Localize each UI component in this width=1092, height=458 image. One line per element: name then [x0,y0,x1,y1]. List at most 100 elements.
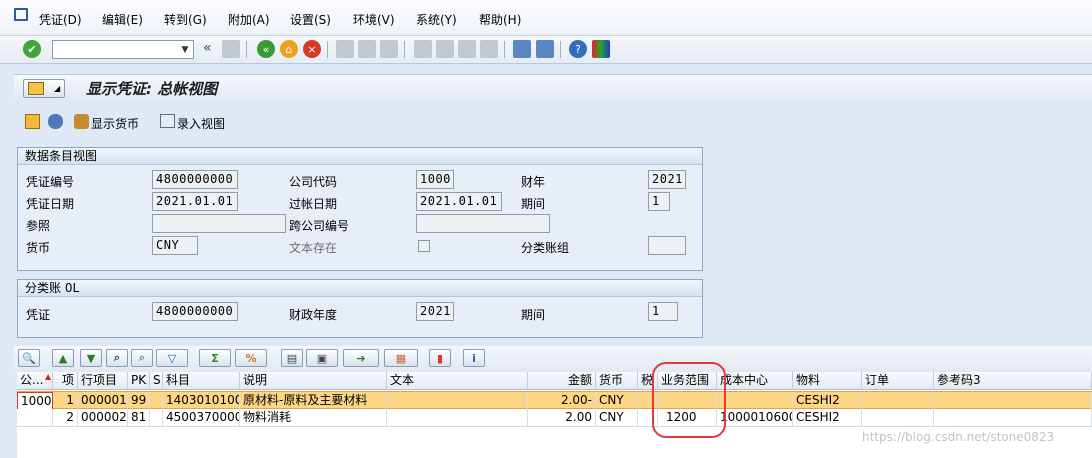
first-page-icon[interactable] [414,40,432,58]
find-icon[interactable] [358,40,376,58]
col-line-item[interactable]: 行项目 [78,372,128,390]
currency-field[interactable]: CNY [152,236,198,255]
print-icon[interactable] [336,40,354,58]
cell-line-item[interactable]: 000002 [78,409,128,427]
cell-amount[interactable]: 2.00- [528,392,596,410]
cell-account[interactable]: 4500370000 [163,409,240,427]
subtotal-icon[interactable]: % [235,349,267,367]
col-item[interactable]: 项 [53,372,78,390]
display-currency-icon[interactable] [48,114,63,129]
cell-currency[interactable]: CNY [596,392,638,410]
cell-company[interactable] [17,409,53,427]
cell-company[interactable]: 1000 [17,392,53,410]
menu-voucher[interactable]: 凭证(D) [39,11,82,28]
find-icon[interactable]: ⌕ [106,349,128,367]
text-exists-checkbox[interactable] [418,240,430,252]
cell-description[interactable]: 物料消耗 [240,409,387,427]
col-order[interactable]: 订单 [862,372,934,390]
cell-description[interactable]: 原材料-原料及主要材料 [240,392,387,410]
collapse-icon[interactable]: « [203,40,212,56]
col-s[interactable]: S [150,372,163,390]
cell-amount[interactable]: 2.00 [528,409,596,427]
info-icon[interactable]: i [463,349,485,367]
details-icon[interactable]: 🔍 [18,349,40,367]
new-session-icon[interactable] [513,40,531,58]
last-page-icon[interactable] [480,40,498,58]
window-menu-icon[interactable] [14,8,28,21]
cell-pk[interactable]: 81 [128,409,150,427]
customize-layout-icon[interactable] [592,40,610,58]
back-icon[interactable]: « [257,40,275,58]
cell-s[interactable] [150,392,163,410]
period-field[interactable]: 1 [648,192,670,211]
cell-account[interactable]: 1403010100 [163,392,240,410]
cell-cost-center[interactable] [717,392,793,410]
export-icon[interactable]: ➔ [343,349,379,367]
cell-text[interactable] [387,409,528,427]
cell-item[interactable]: 1 [53,392,78,410]
other-doc-icon[interactable] [25,114,40,129]
prev-page-icon[interactable] [436,40,454,58]
cell-material[interactable]: CESHI2 [793,392,862,410]
ledger-doc-field[interactable]: 4800000000 [152,302,238,321]
company-code-field[interactable]: 1000 [416,170,454,189]
menu-environment[interactable]: 环境(V) [353,11,395,28]
cell-reference3[interactable] [934,409,1092,427]
cell-s[interactable] [150,409,163,427]
sort-descending-icon[interactable]: ▼ [80,349,102,367]
col-currency[interactable]: 货币 [596,372,638,390]
col-description[interactable]: 说明 [240,372,387,390]
doc-number-field[interactable]: 4800000000 [152,170,238,189]
filter-icon[interactable]: ▽ [156,349,188,367]
col-material[interactable]: 物料 [793,372,862,390]
reference-field[interactable] [152,214,286,233]
col-account[interactable]: 科目 [163,372,240,390]
cell-text[interactable] [387,392,528,410]
menu-settings[interactable]: 设置(S) [290,11,331,28]
graphic-icon[interactable]: ▮ [429,349,451,367]
print-icon[interactable]: ▤ [281,349,303,367]
col-text[interactable]: 文本 [387,372,528,390]
cancel-icon[interactable]: × [303,40,321,58]
command-field[interactable]: ▼ [52,40,194,59]
ledger-period-field[interactable]: 1 [648,302,678,321]
table-row[interactable]: 1000 1 000001 99 1403010100 原材料-原料及主要材料 … [17,391,1092,410]
posting-date-field[interactable]: 2021.01.01 [416,192,502,211]
sort-ascending-icon[interactable]: ▲ [52,349,74,367]
shortcut-icon[interactable] [536,40,554,58]
help-icon[interactable]: ? [569,40,587,58]
cell-line-item[interactable]: 000001 [78,392,128,410]
fiscal-year-field[interactable]: 2021 [648,170,686,189]
menu-button-icon[interactable]: ◢ [23,79,65,98]
col-reference3[interactable]: 参考码3 [934,372,1092,390]
col-cost-center[interactable]: 成本中心 [717,372,793,390]
menu-edit[interactable]: 编辑(E) [102,11,143,28]
next-page-icon[interactable] [458,40,476,58]
ledger-fiscal-year-field[interactable]: 2021 [416,302,454,321]
cell-order[interactable] [862,409,934,427]
save-icon[interactable] [222,40,240,58]
cell-currency[interactable]: CNY [596,409,638,427]
col-amount[interactable]: 金额 [528,372,596,390]
cross-company-field[interactable] [416,214,550,233]
cell-order[interactable] [862,392,934,410]
cell-item[interactable]: 2 [53,409,78,427]
sum-icon[interactable]: Σ [199,349,231,367]
layout-icon[interactable]: ▦ [384,349,418,367]
cell-pk[interactable]: 99 [128,392,150,410]
menu-goto[interactable]: 转到(G) [164,11,207,28]
table-row[interactable]: 2 000002 81 4500370000 物料消耗 2.00 CNY 120… [17,409,1092,427]
find-next-icon[interactable] [380,40,398,58]
doc-date-field[interactable]: 2021.01.01 [152,192,238,211]
display-currency-button[interactable]: 显示货币 [91,115,139,132]
cell-material[interactable]: CESHI2 [793,409,862,427]
menu-help[interactable]: 帮助(H) [479,11,521,28]
views-icon[interactable]: ▣ [306,349,338,367]
cell-reference3[interactable] [934,392,1092,410]
menu-system[interactable]: 系统(Y) [416,11,457,28]
menu-extras[interactable]: 附加(A) [228,11,270,28]
entry-view-button[interactable]: 录入视图 [177,115,225,132]
enter-check-icon[interactable]: ✔ [23,40,41,58]
find-next-icon[interactable]: ⌕ [131,349,153,367]
cell-cost-center[interactable]: 1000010600 [717,409,793,427]
